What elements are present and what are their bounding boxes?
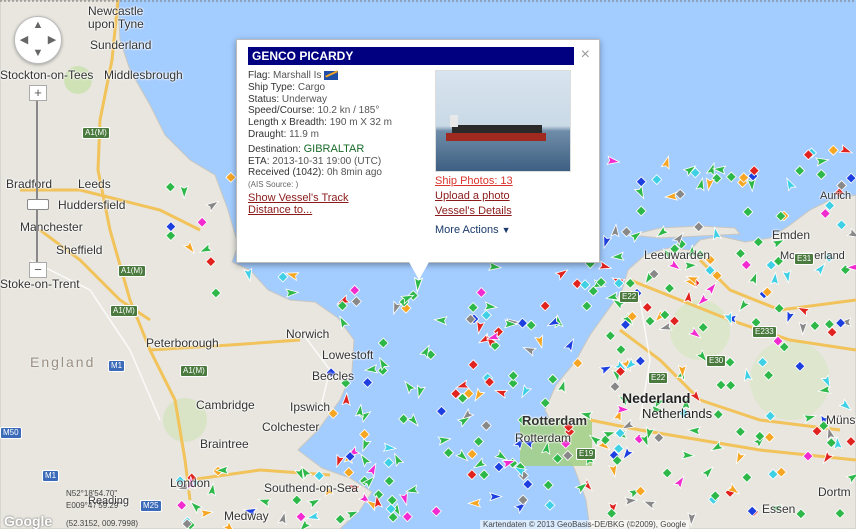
place-essen: Essen [762,502,796,516]
country-nederland: Nederland [622,390,691,406]
place-upon-tyne: upon Tyne [88,17,144,31]
speed-course-label: Speed/Course: [248,105,315,117]
place-dortmund: Dortm [818,485,851,499]
road-shield: E31 [794,253,815,265]
road-shield: A1(M) [180,365,208,377]
road-shield: A1(M) [82,127,110,139]
more-actions-label: More Actions [435,224,499,236]
place-medway: Medway [224,509,269,523]
status-value: Underway [281,93,327,105]
road-shield: M25 [140,500,162,512]
place-stoke: Stoke-on-Trent [0,277,80,291]
more-actions-button[interactable]: More Actions ▼ [435,224,511,236]
zoom-slider-handle[interactable] [27,199,49,210]
length-breadth-value: 190 m X 32 m [329,117,392,129]
place-sheffield: Sheffield [56,243,103,257]
region-england: England [30,354,96,370]
place-rotterdam-2: Rotterdam [515,431,572,445]
zoom-in-button[interactable]: + [29,85,47,101]
pan-control[interactable]: ▲ ◀ ▶ ▼ [14,16,62,64]
google-logo: Google [4,513,53,529]
place-braintree: Braintree [200,437,249,451]
place-stockton: Stockton-on-Tees [0,68,94,82]
pan-up-icon[interactable]: ▲ [32,19,44,31]
place-london: London [170,476,211,490]
destination-value: GIBRALTAR [303,142,365,155]
place-sunderland: Sunderland [90,38,152,52]
vessel-info-fields: Flag: Marshall Is Ship Type: Cargo Statu… [248,70,392,217]
coords-line-1: N52°18'54.70" [66,489,118,498]
vessel-details-link[interactable]: Vessel's Details [435,205,512,217]
pan-right-icon[interactable]: ▶ [46,33,58,46]
road-shield: E233 [752,326,777,338]
place-cambridge: Cambridge [196,398,255,412]
zoom-out-button[interactable]: − [29,262,47,278]
draught-label: Draught: [248,128,287,140]
pan-left-icon[interactable]: ◀ [18,33,30,46]
place-munster: Münster [826,413,856,427]
place-beccles: Beccles [312,369,355,383]
flag-label: Flag: [248,70,271,81]
status-label: Status: [248,93,280,105]
upload-photo-link[interactable]: Upload a photo [435,190,510,202]
flag-value: Marshall Is [273,70,322,81]
place-norwich: Norwich [286,327,330,341]
place-manchester: Manchester [20,220,83,234]
place-ipswich: Ipswich [290,400,331,414]
road-shield: A1(M) [118,265,146,277]
road-shield: M1 [108,360,126,372]
road-shield: E19 [576,448,597,460]
destination-label: Destination: [248,143,301,155]
place-newcastle: Newcastle [88,4,144,18]
place-middlesbrough: Middlesbrough [104,68,183,82]
eta-value: 2013-10-31 19:00 (UTC) [272,155,382,167]
vessel-info-popup: GENCO PICARDY × Flag: Marshall Is Ship T… [236,39,600,280]
close-icon[interactable]: × [581,46,590,64]
distance-link[interactable]: Distance to... [248,204,312,216]
eta-label: ETA: [248,155,270,167]
place-southend: Southend-on-Sea [264,481,359,495]
ship-type-value: Cargo [297,81,326,93]
place-huddersfield: Huddersfield [58,198,126,212]
length-breadth-label: Length x Breadth: [248,117,327,129]
draught-value: 11.9 m [289,128,319,140]
place-aurich: Aurich [820,190,852,202]
place-leeds: Leeds [78,177,111,191]
caret-down-icon: ▼ [501,225,511,235]
road-shield: E22 [648,372,669,384]
place-peterborough: Peterborough [146,336,219,350]
road-shield: M50 [0,427,22,439]
received-label: Received (1042): [248,167,325,179]
place-leeuwarden: Leeuwarden [644,248,711,262]
ship-photo[interactable] [435,70,571,172]
vessel-name-title: GENCO PICARDY [248,47,574,65]
ship-photos-link[interactable]: Ship Photos: 13 [435,175,513,187]
road-shield: M1 [42,470,60,482]
received-value: 0h 8min ago [326,167,382,179]
coords-line-3: (52.3152, 009.7998) [66,519,139,528]
place-colchester: Colchester [262,420,320,434]
country-netherlands: Netherlands [642,406,713,421]
marshall-islands-flag-icon [324,70,339,80]
ship-type-label: Ship Type: [248,81,296,93]
ais-source: (AIS Source: ) [248,180,299,190]
road-shield: E30 [706,355,727,367]
place-lowestoft: Lowestoft [322,348,374,362]
coords-line-2: E009°47'59.29" [66,501,122,510]
show-track-link[interactable]: Show Vessel's Track [248,192,349,204]
map-attribution: Kartendaten © 2013 GeoBasis-DE/BKG (©200… [480,520,690,529]
place-bradford: Bradford [6,177,53,191]
place-rotterdam: Rotterdam [522,413,588,428]
zoom-slider-track[interactable] [36,100,38,266]
speed-course-value: 10.2 kn / 185° [317,105,380,117]
road-shield: A1(M) [110,305,138,317]
place-emden: Emden [772,228,811,242]
pan-down-icon[interactable]: ▼ [32,47,44,59]
road-shield: E22 [619,291,640,303]
